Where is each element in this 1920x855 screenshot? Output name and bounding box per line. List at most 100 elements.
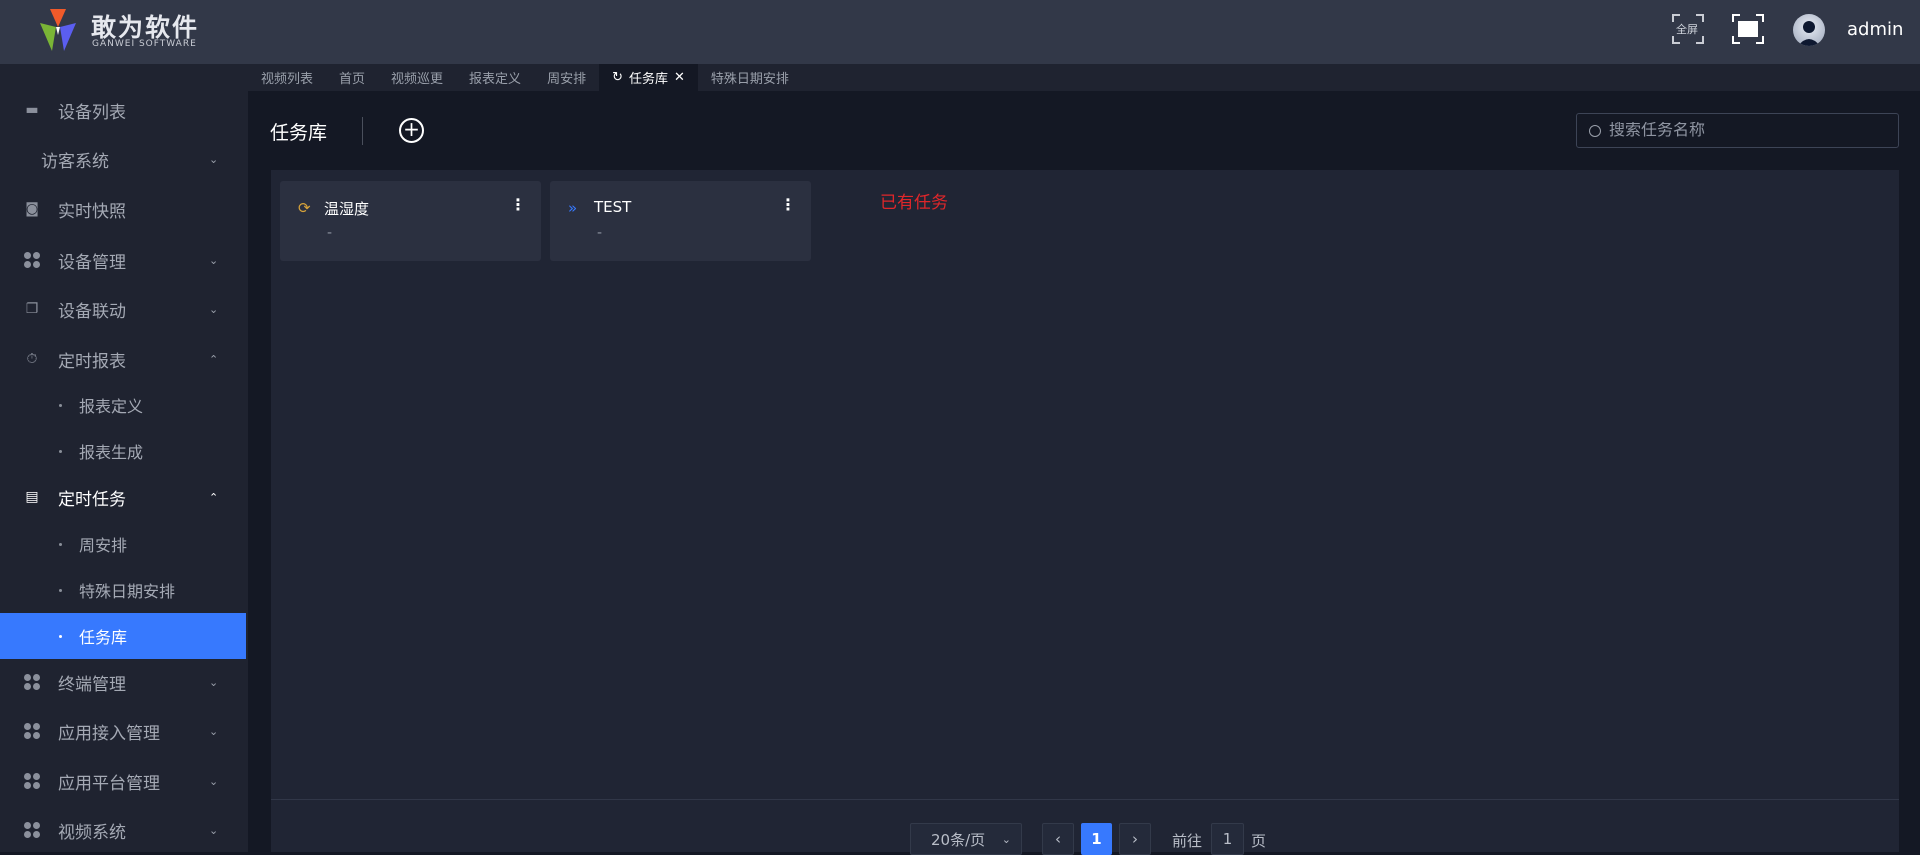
- task-name: 温湿度: [324, 200, 370, 218]
- tab-video-list[interactable]: 视频列表: [248, 64, 326, 91]
- sidebar-item-terminal[interactable]: 终端管理 ⌄: [0, 659, 246, 705]
- goto-page-input[interactable]: 1: [1211, 823, 1244, 855]
- sidebar-item-report-generate[interactable]: 报表生成: [0, 428, 246, 474]
- search-input[interactable]: [1609, 121, 1889, 140]
- goto-value: 1: [1222, 830, 1233, 848]
- search-icon: [1589, 124, 1601, 137]
- next-page-button[interactable]: ›: [1119, 823, 1151, 855]
- clover-icon: [24, 773, 40, 789]
- tab-task-library[interactable]: ↻ 任务库 ✕: [599, 64, 698, 91]
- sidebar-item-app-platform[interactable]: 应用平台管理 ⌄: [0, 758, 246, 804]
- sidebar-item-label: 应用接入管理: [58, 723, 160, 744]
- tab-label: 视频列表: [261, 72, 314, 87]
- sidebar-item-timed-report[interactable]: ⏱ 定时报表 ⌃: [0, 336, 246, 382]
- sidebar-item-label: 视频系统: [58, 822, 126, 843]
- clover-icon: [24, 822, 40, 838]
- chevron-down-icon: ⌄: [209, 774, 219, 788]
- divider: [271, 799, 1899, 800]
- sidebar-item-label: 设备管理: [58, 252, 126, 273]
- screen-icon: [1732, 14, 1764, 44]
- chevron-left-icon: ‹: [1055, 830, 1061, 848]
- chevron-down-icon: ⌄: [209, 675, 219, 689]
- page-1-button[interactable]: 1: [1081, 823, 1112, 855]
- page-number: 1: [1091, 830, 1102, 848]
- sidebar: ▬ 设备列表 访客系统 ⌄ ◙ 实时快照 设备管理 ⌄ ❐ 设备联动 ⌄ ⏱ 定时报表 ⌃ 报表…: [0, 64, 248, 852]
- sidebar-item-label: 实时快照: [58, 201, 126, 222]
- add-task-button[interactable]: +: [399, 118, 424, 143]
- brand-subtitle: GANWEI SOFTWARE: [92, 39, 197, 49]
- camera-icon: ◙: [25, 201, 39, 217]
- task-icon: ▤: [25, 489, 39, 505]
- chevron-right-icon: ›: [1132, 830, 1138, 848]
- avatar[interactable]: [1793, 14, 1825, 46]
- fullscreen-button[interactable]: 全屏: [1672, 14, 1704, 44]
- sidebar-item-label: 周安排: [79, 536, 128, 555]
- sidebar-item-task-library[interactable]: 任务库: [0, 613, 246, 659]
- more-icon[interactable]: ⋮: [780, 197, 796, 213]
- search-box[interactable]: [1576, 113, 1899, 148]
- page-suffix: 页: [1251, 832, 1267, 850]
- chevron-down-icon: ⌄: [209, 823, 219, 837]
- chevron-down-icon: ⌄: [209, 724, 219, 738]
- username[interactable]: admin: [1847, 19, 1903, 40]
- screen-mode-button[interactable]: [1732, 14, 1764, 44]
- more-icon[interactable]: ⋮: [510, 197, 526, 213]
- existing-tasks-notice: 已有任务: [880, 193, 948, 213]
- close-icon[interactable]: ✕: [674, 70, 685, 85]
- sidebar-item-app-access[interactable]: 应用接入管理 ⌄: [0, 708, 246, 754]
- page-title: 任务库: [270, 122, 328, 144]
- sidebar-item-snapshot[interactable]: ◙ 实时快照: [0, 186, 246, 232]
- sidebar-item-label: 终端管理: [58, 674, 126, 695]
- goto-label: 前往: [1172, 832, 1203, 850]
- clover-icon: [24, 674, 40, 690]
- sidebar-item-label: 特殊日期安排: [79, 582, 176, 601]
- bullet-icon: [59, 634, 62, 638]
- sidebar-item-timed-task[interactable]: ▤ 定时任务 ⌃: [0, 474, 246, 520]
- task-panel: ⟳ 温湿度 ⋮ - » TEST ⋮ - 已有任务 20条/页 ⌄ ‹ 1 › 前…: [271, 170, 1899, 855]
- refresh-icon[interactable]: ↻: [612, 70, 623, 85]
- tab-home[interactable]: 首页: [326, 64, 378, 91]
- page-size-value: 20条/页: [931, 830, 986, 849]
- sidebar-item-video[interactable]: 视频系统 ⌄: [0, 807, 246, 853]
- tab-label: 特殊日期安排: [710, 72, 789, 87]
- sidebar-item-label: 任务库: [79, 628, 128, 647]
- sidebar-item-report-define[interactable]: 报表定义: [0, 382, 246, 428]
- prev-page-button[interactable]: ‹: [1042, 823, 1074, 855]
- bullet-icon: [59, 542, 62, 546]
- bullet-icon: [59, 449, 62, 453]
- sidebar-item-linkage[interactable]: ❐ 设备联动 ⌄: [0, 286, 246, 332]
- link-icon: ❐: [25, 301, 39, 317]
- sidebar-item-device-mgmt[interactable]: 设备管理 ⌄: [0, 237, 246, 283]
- plus-icon: +: [403, 117, 420, 141]
- divider: [362, 117, 363, 145]
- task-desc: -: [597, 225, 603, 241]
- chevron-down-icon: ⌄: [209, 302, 219, 316]
- sidebar-item-weekly[interactable]: 周安排: [0, 521, 246, 567]
- sidebar-item-label: 访客系统: [41, 151, 109, 172]
- chevrons-right-icon: »: [568, 199, 578, 217]
- bullet-icon: [59, 588, 62, 592]
- chevron-up-icon: ⌃: [209, 352, 219, 366]
- sidebar-item-visitor[interactable]: 访客系统 ⌄: [0, 136, 246, 182]
- tab-video-patrol[interactable]: 视频巡更: [378, 64, 456, 91]
- sidebar-item-label: 定时报表: [58, 351, 126, 372]
- tab-label: 任务库: [628, 72, 668, 87]
- sidebar-item-special-date[interactable]: 特殊日期安排: [0, 567, 246, 613]
- task-card[interactable]: » TEST ⋮ -: [550, 181, 811, 261]
- sidebar-item-label: 定时任务: [58, 489, 126, 510]
- ganwei-logo: [40, 9, 76, 51]
- sidebar-item-label: 报表定义: [79, 397, 144, 416]
- task-card[interactable]: ⟳ 温湿度 ⋮ -: [280, 181, 541, 261]
- tab-special-date[interactable]: 特殊日期安排: [698, 64, 802, 91]
- top-header: 敢为软件 GANWEI SOFTWARE 全屏 admin: [0, 0, 1920, 64]
- bullet-icon: [59, 403, 62, 407]
- sidebar-item-device-list[interactable]: ▬ 设备列表: [0, 87, 246, 133]
- chevron-down-icon: ⌄: [209, 253, 219, 267]
- chevron-up-icon: ⌃: [209, 490, 219, 504]
- clover-icon: [24, 252, 40, 268]
- page-size-select[interactable]: 20条/页 ⌄: [910, 823, 1022, 855]
- tab-weekly[interactable]: 周安排: [534, 64, 599, 91]
- task-name: TEST: [594, 198, 632, 216]
- tab-report-define[interactable]: 报表定义: [456, 64, 534, 91]
- tab-label: 视频巡更: [391, 72, 444, 87]
